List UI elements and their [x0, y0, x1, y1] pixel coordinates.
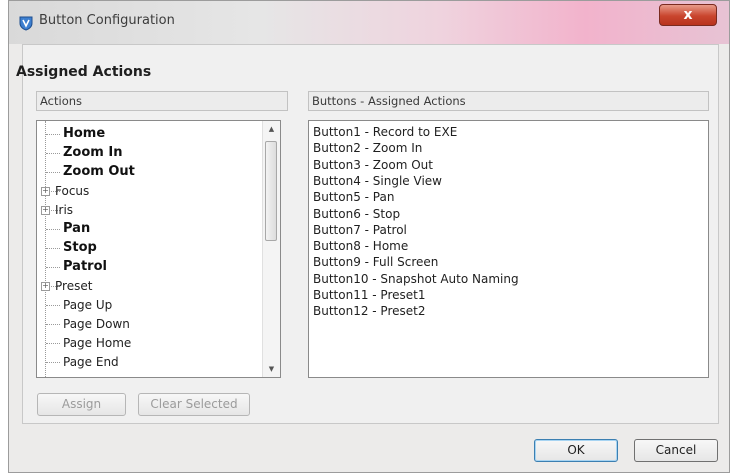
tree-connector	[46, 343, 60, 344]
cancel-button[interactable]: Cancel	[634, 439, 718, 462]
action-item-label: Stop	[63, 240, 97, 255]
assigned-actions-list[interactable]: Button1 - Record to EXE Button2 - Zoom In…	[308, 120, 709, 378]
action-item-label: Page Up	[63, 298, 113, 312]
action-item-label: Patrol	[63, 259, 107, 274]
arrow-up-icon[interactable]: ▲	[263, 121, 280, 137]
action-item-label: Pan	[63, 221, 91, 236]
window-title: Button Configuration	[39, 13, 175, 28]
assigned-action-item[interactable]: Button11 - Preset1	[313, 287, 425, 303]
arrow-down-icon[interactable]: ▼	[263, 361, 280, 377]
assigned-action-item[interactable]: Button2 - Zoom In	[313, 140, 422, 156]
assigned-action-item[interactable]: Button5 - Pan	[313, 189, 394, 205]
plus-box-icon[interactable]: +	[41, 187, 50, 196]
group-title: Assigned Actions	[16, 64, 152, 80]
ok-button[interactable]: OK	[534, 439, 618, 462]
clear-selected-button[interactable]: Clear Selected	[138, 393, 250, 416]
assigned-action-item[interactable]: Button4 - Single View	[313, 173, 442, 189]
action-item-label: Page Down	[63, 317, 130, 331]
shield-icon	[19, 16, 33, 31]
action-item-label: Iris	[55, 203, 74, 217]
action-item-label: Page End	[63, 355, 119, 369]
action-item-label: Zoom In	[63, 145, 123, 160]
close-icon: x	[683, 7, 693, 23]
assign-button[interactable]: Assign	[37, 393, 126, 416]
assigned-action-item[interactable]: Button3 - Zoom Out	[313, 157, 433, 173]
assigned-action-item[interactable]: Button6 - Stop	[313, 206, 400, 222]
tree-connector	[46, 305, 60, 306]
assigned-action-item[interactable]: Button8 - Home	[313, 238, 408, 254]
action-item-label: Page Home	[63, 336, 132, 350]
assigned-action-item[interactable]: Button9 - Full Screen	[313, 254, 438, 270]
action-item-label: Preset	[55, 279, 93, 293]
action-item-label: Zoom Out	[63, 164, 135, 179]
plus-box-icon[interactable]: +	[41, 282, 50, 291]
title-bar[interactable]: Button Configuration x	[9, 1, 729, 44]
tree-connector	[46, 172, 60, 173]
tree-connector	[46, 362, 60, 363]
tree-connector	[46, 134, 60, 135]
assigned-action-item[interactable]: Button12 - Preset2	[313, 303, 425, 319]
assigned-action-item[interactable]: Button7 - Patrol	[313, 222, 407, 238]
actions-tree[interactable]: Home Zoom In Zoom Out + Focus + Iris Pan Stop Pat…	[36, 120, 281, 378]
assigned-action-item[interactable]: Button10 - Snapshot Auto Naming	[313, 271, 519, 287]
actions-header: Actions	[36, 91, 288, 111]
tree-connector	[46, 324, 60, 325]
tree-guide-line	[45, 121, 46, 377]
actions-scrollbar[interactable]: ▲ ▼	[262, 121, 280, 377]
tree-connector	[46, 153, 60, 154]
assigned-header: Buttons - Assigned Actions	[308, 91, 709, 111]
assigned-action-item[interactable]: Button1 - Record to EXE	[313, 124, 457, 140]
close-button[interactable]: x	[659, 4, 717, 26]
tree-connector	[46, 229, 60, 230]
plus-box-icon[interactable]: +	[41, 206, 50, 215]
tree-connector	[46, 267, 60, 268]
action-item-label: Home	[63, 126, 106, 141]
tree-connector	[46, 248, 60, 249]
action-item-label: Focus	[55, 184, 90, 198]
scroll-thumb[interactable]	[265, 141, 277, 241]
